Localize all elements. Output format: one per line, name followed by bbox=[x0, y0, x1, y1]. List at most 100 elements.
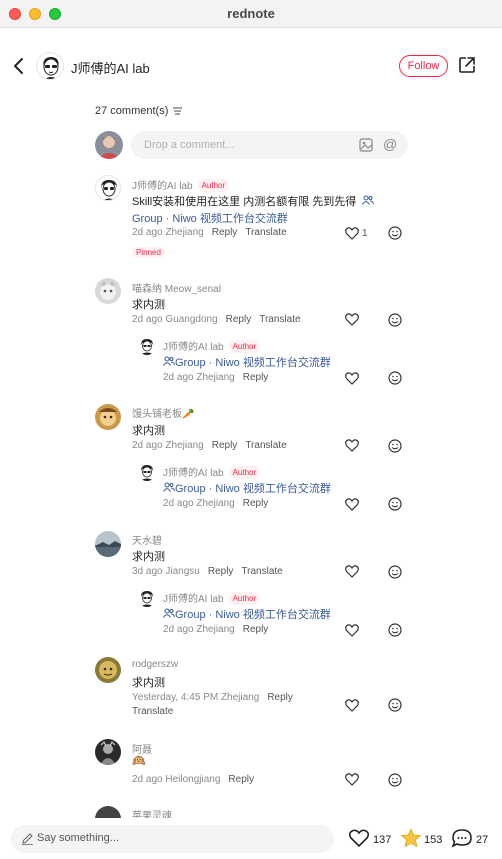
like-icon[interactable] bbox=[345, 313, 359, 326]
comment-item: rodgerszw 求内测 Yesterday, 4:45 PM Zhejian… bbox=[0, 653, 502, 723]
follow-button[interactable]: Follow bbox=[399, 55, 448, 77]
commenter-avatar[interactable] bbox=[95, 278, 121, 304]
say-something-input[interactable]: Say something... bbox=[11, 825, 334, 853]
comment-count[interactable]: 27 comment(s) bbox=[95, 105, 183, 117]
comment-meta: 3d ago Jiangsu Reply Translate bbox=[132, 566, 283, 577]
like-icon[interactable] bbox=[345, 773, 359, 786]
reply-meta: 2d ago Zhejiang Reply bbox=[163, 624, 269, 635]
like-icon[interactable] bbox=[345, 699, 359, 712]
author-badge: Author bbox=[228, 466, 261, 479]
back-icon[interactable] bbox=[10, 56, 28, 76]
author-badge: Author bbox=[228, 592, 261, 605]
reply-avatar[interactable] bbox=[138, 463, 156, 481]
commenter-name[interactable]: J师傅的AI lab Author bbox=[132, 177, 230, 192]
like-icon[interactable] bbox=[345, 227, 359, 240]
emoji-icon[interactable] bbox=[388, 371, 402, 385]
bottom-bar: Say something... 137 153 27 bbox=[0, 818, 502, 859]
comment-item: J师傅的AI lab Author Skill安装和使用在这里 内测名额有限 先到… bbox=[0, 170, 502, 265]
author-name[interactable]: J师傅的AI lab bbox=[71, 58, 150, 77]
comment-item: 阿聂 🙉 2d ago Heilongjiang Reply bbox=[0, 735, 502, 795]
commenter-name[interactable]: 天水碧 bbox=[132, 532, 162, 547]
comment-text: 求内测 bbox=[132, 551, 165, 563]
like-icon[interactable] bbox=[345, 439, 359, 452]
comment-meta: 2d ago Zhejiang Reply Translate bbox=[132, 440, 287, 451]
commenter-avatar[interactable] bbox=[95, 806, 121, 818]
group-link[interactable]: Group · Niwo 视频工作台交流群 bbox=[163, 606, 331, 622]
like-icon[interactable] bbox=[345, 624, 359, 637]
comment-item: 苹果灵魂 bbox=[0, 803, 502, 818]
like-icon[interactable] bbox=[345, 565, 359, 578]
pencil-icon bbox=[22, 833, 33, 845]
emoji-icon[interactable] bbox=[388, 698, 402, 712]
reply-author-name[interactable]: J师傅的AI lab Author bbox=[163, 590, 261, 605]
commenter-avatar[interactable] bbox=[95, 531, 121, 557]
note-header: J师傅的AI lab Follow bbox=[0, 28, 502, 104]
image-icon[interactable] bbox=[359, 138, 373, 152]
commenter-avatar[interactable] bbox=[95, 175, 121, 201]
reply-button[interactable]: Reply bbox=[228, 774, 254, 785]
emoji-icon[interactable] bbox=[388, 226, 402, 240]
commenter-name[interactable]: 馒头铺老板🥕 bbox=[132, 405, 194, 420]
reply-button[interactable]: Reply bbox=[212, 227, 238, 238]
emoji-icon[interactable] bbox=[388, 313, 402, 327]
comment-text: 求内测 bbox=[132, 299, 165, 311]
reply-avatar[interactable] bbox=[138, 337, 156, 355]
reply-button[interactable]: Reply bbox=[208, 566, 234, 577]
comment-meta: Yesterday, 4:45 PM Zhejiang Reply bbox=[132, 692, 293, 703]
commenter-name[interactable]: 苹果灵魂 bbox=[132, 807, 172, 818]
translate-button[interactable]: Translate bbox=[241, 566, 282, 577]
reply-button[interactable]: Reply bbox=[212, 440, 238, 451]
like-icon[interactable] bbox=[348, 828, 370, 848]
share-icon[interactable] bbox=[458, 56, 476, 74]
group-icon bbox=[163, 608, 175, 618]
like-count: 1 bbox=[362, 228, 368, 239]
group-icon bbox=[362, 195, 375, 205]
reply-button[interactable]: Reply bbox=[243, 624, 269, 635]
translate-button[interactable]: Translate bbox=[132, 706, 173, 717]
commenter-name[interactable]: 喵森纳 Meow_senal bbox=[132, 280, 221, 295]
emoji-icon[interactable] bbox=[388, 439, 402, 453]
reply-button[interactable]: Reply bbox=[226, 314, 252, 325]
like-icon[interactable] bbox=[345, 498, 359, 511]
mention-icon[interactable]: @ bbox=[383, 137, 397, 151]
reply-button[interactable]: Reply bbox=[267, 692, 293, 703]
translate-button[interactable]: Translate bbox=[245, 440, 286, 451]
group-link[interactable]: Group · Niwo 视频工作台交流群 bbox=[163, 480, 331, 496]
star-icon[interactable] bbox=[400, 828, 422, 848]
comment-meta: 2d ago Guangdong Reply Translate bbox=[132, 314, 301, 325]
reply-meta: 2d ago Zhejiang Reply bbox=[163, 498, 269, 509]
reply-meta: 2d ago Zhejiang Reply bbox=[163, 372, 269, 383]
window-titlebar: rednote bbox=[0, 0, 502, 28]
commenter-avatar[interactable] bbox=[95, 739, 121, 765]
commenter-avatar[interactable] bbox=[95, 657, 121, 683]
author-avatar[interactable] bbox=[36, 52, 64, 80]
comment-meta: 2d ago Heilongjiang Reply bbox=[132, 774, 254, 785]
comment-bubble-icon[interactable] bbox=[451, 828, 473, 848]
reply-avatar[interactable] bbox=[138, 589, 156, 607]
say-placeholder: Say something... bbox=[37, 832, 119, 844]
comment-input[interactable]: Drop a comment... @ bbox=[131, 131, 408, 159]
reply-author-name[interactable]: J师傅的AI lab Author bbox=[163, 464, 261, 479]
comment-input-placeholder: Drop a comment... bbox=[144, 139, 235, 151]
comment-meta: 2d ago Zhejiang Reply Translate bbox=[132, 227, 287, 238]
sort-icon bbox=[173, 107, 183, 115]
emoji-icon[interactable] bbox=[388, 623, 402, 637]
commenter-avatar[interactable] bbox=[95, 404, 121, 430]
emoji-icon[interactable] bbox=[388, 773, 402, 787]
reply-author-name[interactable]: J师傅的AI lab Author bbox=[163, 338, 261, 353]
comment-item: 喵森纳 Meow_senal 求内测 2d ago Guangdong Reply… bbox=[0, 275, 502, 395]
like-icon[interactable] bbox=[345, 372, 359, 385]
emoji-icon[interactable] bbox=[388, 565, 402, 579]
group-link[interactable]: Group · Niwo 视频工作台交流群 bbox=[163, 354, 331, 370]
translate-button[interactable]: Translate bbox=[245, 227, 286, 238]
reply-button[interactable]: Reply bbox=[243, 372, 269, 383]
my-avatar bbox=[95, 131, 123, 159]
group-link[interactable]: Group · Niwo 视频工作台交流群 bbox=[132, 210, 288, 226]
collect-count: 153 bbox=[424, 834, 443, 846]
emoji-icon[interactable] bbox=[388, 497, 402, 511]
commenter-name[interactable]: rodgerszw bbox=[132, 659, 178, 670]
window-title: rednote bbox=[227, 6, 275, 21]
translate-button[interactable]: Translate bbox=[259, 314, 300, 325]
group-icon bbox=[163, 356, 175, 366]
reply-button[interactable]: Reply bbox=[243, 498, 269, 509]
